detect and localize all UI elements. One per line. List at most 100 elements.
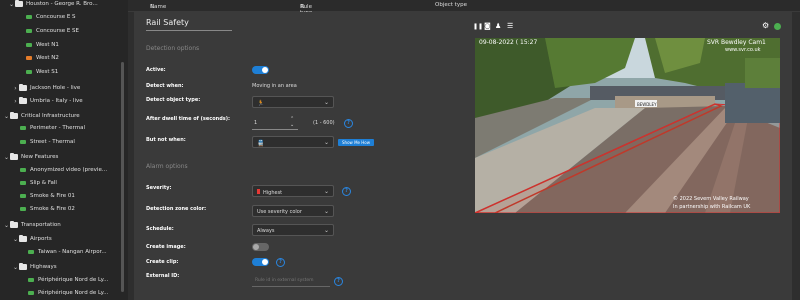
sidebar-camera-item[interactable]: Concourse E SE	[26, 24, 79, 38]
folder-icon	[19, 83, 27, 91]
camera-preview[interactable]: 09-08-2022 ( 15:27 SVR Bewdley Cam1 www.…	[475, 38, 780, 213]
info-icon[interactable]: ?	[342, 187, 351, 196]
sidebar-item-label: Taiwan - Nangan Airpor...	[38, 249, 107, 255]
folder-icon	[15, 0, 23, 7]
sidebar-folder[interactable]: ⌄ Highways	[12, 260, 57, 274]
camera-footer-2: In partnership with Railcam UK	[673, 204, 751, 210]
video-camera-icon	[26, 70, 32, 74]
chevron-down-icon[interactable]: ⌄	[12, 264, 19, 271]
camera-image	[475, 38, 780, 213]
external-id-input[interactable]: Rule id in external system	[255, 278, 314, 283]
folder-icon	[19, 234, 27, 242]
sidebar-item-label: Smoke & Fire 01	[30, 193, 75, 199]
person-running-icon: 🏃	[257, 100, 265, 107]
video-camera-icon	[26, 56, 32, 60]
gear-icon[interactable]: ⚙	[762, 21, 769, 30]
train-icon: 🚆	[257, 140, 265, 147]
sidebar-camera-item[interactable]: Street - Thermal	[20, 135, 75, 149]
severity-select[interactable]: Highest ⌄	[252, 185, 334, 197]
sidebar-item-label: Critical Infrastructure	[21, 113, 80, 119]
schedule-select[interactable]: Always ⌄	[252, 224, 334, 236]
create-image-toggle[interactable]	[252, 243, 269, 251]
sidebar-folder[interactable]: ⌄ Transportation	[3, 218, 61, 232]
chevron-down-icon[interactable]: ⌄	[3, 154, 10, 161]
sidebar-camera-item[interactable]: Smoke & Fire 02	[20, 202, 75, 216]
camera-overlay-title: SVR Bewdley Cam1	[707, 39, 766, 46]
sidebar-camera-item[interactable]: West N2	[26, 51, 59, 65]
info-icon[interactable]: ?	[334, 277, 343, 286]
sidebar-camera-item[interactable]: Périphérique Nord de Ly...	[28, 273, 108, 287]
info-icon[interactable]: ?	[276, 258, 285, 267]
rule-title-input[interactable]: Rail Safety	[146, 18, 232, 31]
dwell-stepper[interactable]: ⌃ ⌄	[290, 116, 294, 128]
pause-icon[interactable]: ❚❚	[473, 23, 483, 30]
sidebar-folder[interactable]: › Umbria - Italy - live	[12, 94, 83, 108]
sidebar-camera-item[interactable]: Périphérique Nord de Ly...	[28, 286, 108, 300]
video-camera-icon	[28, 291, 34, 295]
create-clip-toggle[interactable]	[252, 258, 269, 266]
column-object-type[interactable]: Object type	[435, 2, 467, 8]
chevron-down-icon: ⌄	[323, 139, 329, 146]
dwell-input-underline	[252, 129, 298, 130]
severity-color-swatch	[257, 189, 260, 194]
video-camera-icon	[20, 207, 26, 211]
sidebar-camera-item[interactable]: West N1	[26, 38, 59, 52]
folder-icon	[19, 96, 27, 104]
sidebar-item-label: Jackson Hole - live	[30, 85, 81, 91]
sidebar-camera-item[interactable]: Anonymized video (previe...	[20, 163, 107, 177]
sidebar-item-label: Périphérique Nord de Ly...	[38, 290, 109, 296]
sidebar-item-label: West N2	[36, 55, 59, 61]
sidebar-camera-item[interactable]: Slip & Fall	[20, 176, 57, 190]
detection-options-heading: Detection options	[146, 45, 200, 52]
folder-icon	[10, 111, 18, 119]
sidebar-camera-item[interactable]: Concourse E S	[26, 10, 76, 24]
zone-color-select[interactable]: Use severity color ⌄	[252, 205, 334, 217]
sidebar-item-label: Highways	[30, 264, 57, 270]
sidebar-folder[interactable]: › Jackson Hole - live	[12, 81, 80, 95]
sidebar-item-label: New Features	[21, 154, 59, 160]
exclusion-select[interactable]: 🚆 ⌄	[252, 136, 334, 148]
sidebar-item-label: Umbria - Italy - live	[30, 98, 83, 104]
sidebar-item-label: Slip & Fall	[30, 180, 57, 186]
sidebar-camera-item[interactable]: Smoke & Fire 01	[20, 189, 75, 203]
sidebar-camera-item[interactable]: Perimeter - Thermal	[20, 121, 85, 135]
sidebar: ⌄ Houston - George R. Bro... Concourse E S…	[0, 0, 128, 300]
sidebar-folder[interactable]: ⌄ Airports	[12, 232, 52, 246]
person-icon[interactable]: ♟	[495, 22, 501, 30]
sort-icon[interactable]: ⇅	[150, 4, 155, 10]
camera-timestamp: 09-08-2022 ( 15:27	[479, 39, 538, 46]
chevron-down-icon[interactable]: ⌄	[3, 113, 10, 120]
sidebar-scrollbar[interactable]	[121, 62, 124, 292]
video-camera-icon	[28, 250, 34, 254]
info-icon[interactable]: ?	[344, 119, 353, 128]
camera-icon[interactable]: ◙	[484, 22, 491, 30]
chevron-down-icon[interactable]: ⌄	[3, 222, 10, 229]
detect-when-label: Detect when:	[146, 83, 184, 89]
chevron-down-icon: ⌄	[323, 188, 329, 195]
sidebar-item-label: Smoke & Fire 02	[30, 206, 75, 212]
sidebar-folder[interactable]: ⌄ New Features	[3, 150, 58, 164]
chevron-right-icon[interactable]: ›	[12, 98, 19, 105]
dwell-label: After dwell time of (seconds):	[146, 116, 231, 122]
sidebar-item-label: Transportation	[21, 222, 61, 228]
active-toggle[interactable]	[252, 66, 269, 74]
object-type-select[interactable]: 🏃 ⌄	[252, 96, 334, 108]
video-camera-icon	[20, 194, 26, 198]
chevron-down-icon[interactable]: ⌄	[8, 1, 15, 8]
status-indicator	[774, 23, 781, 30]
video-camera-icon	[26, 29, 32, 33]
sidebar-camera-item[interactable]: West S1	[26, 65, 58, 79]
create-image-label: Create image:	[146, 244, 186, 250]
dwell-input[interactable]: 1	[254, 120, 257, 126]
sort-icon[interactable]: ⇅	[300, 4, 305, 10]
list-icon[interactable]: ☰	[507, 22, 513, 30]
sidebar-camera-item[interactable]: Taiwan - Nangan Airpor...	[28, 245, 107, 259]
video-camera-icon	[20, 181, 26, 185]
video-camera-icon	[20, 140, 26, 144]
folder-icon	[10, 152, 18, 160]
chevron-down-icon[interactable]: ⌄	[12, 236, 19, 243]
show-me-how-button[interactable]: Show Me How	[338, 139, 374, 146]
detect-object-label: Detect object type:	[146, 97, 201, 103]
schedule-label: Schedule:	[146, 226, 174, 232]
chevron-right-icon[interactable]: ›	[12, 85, 19, 92]
